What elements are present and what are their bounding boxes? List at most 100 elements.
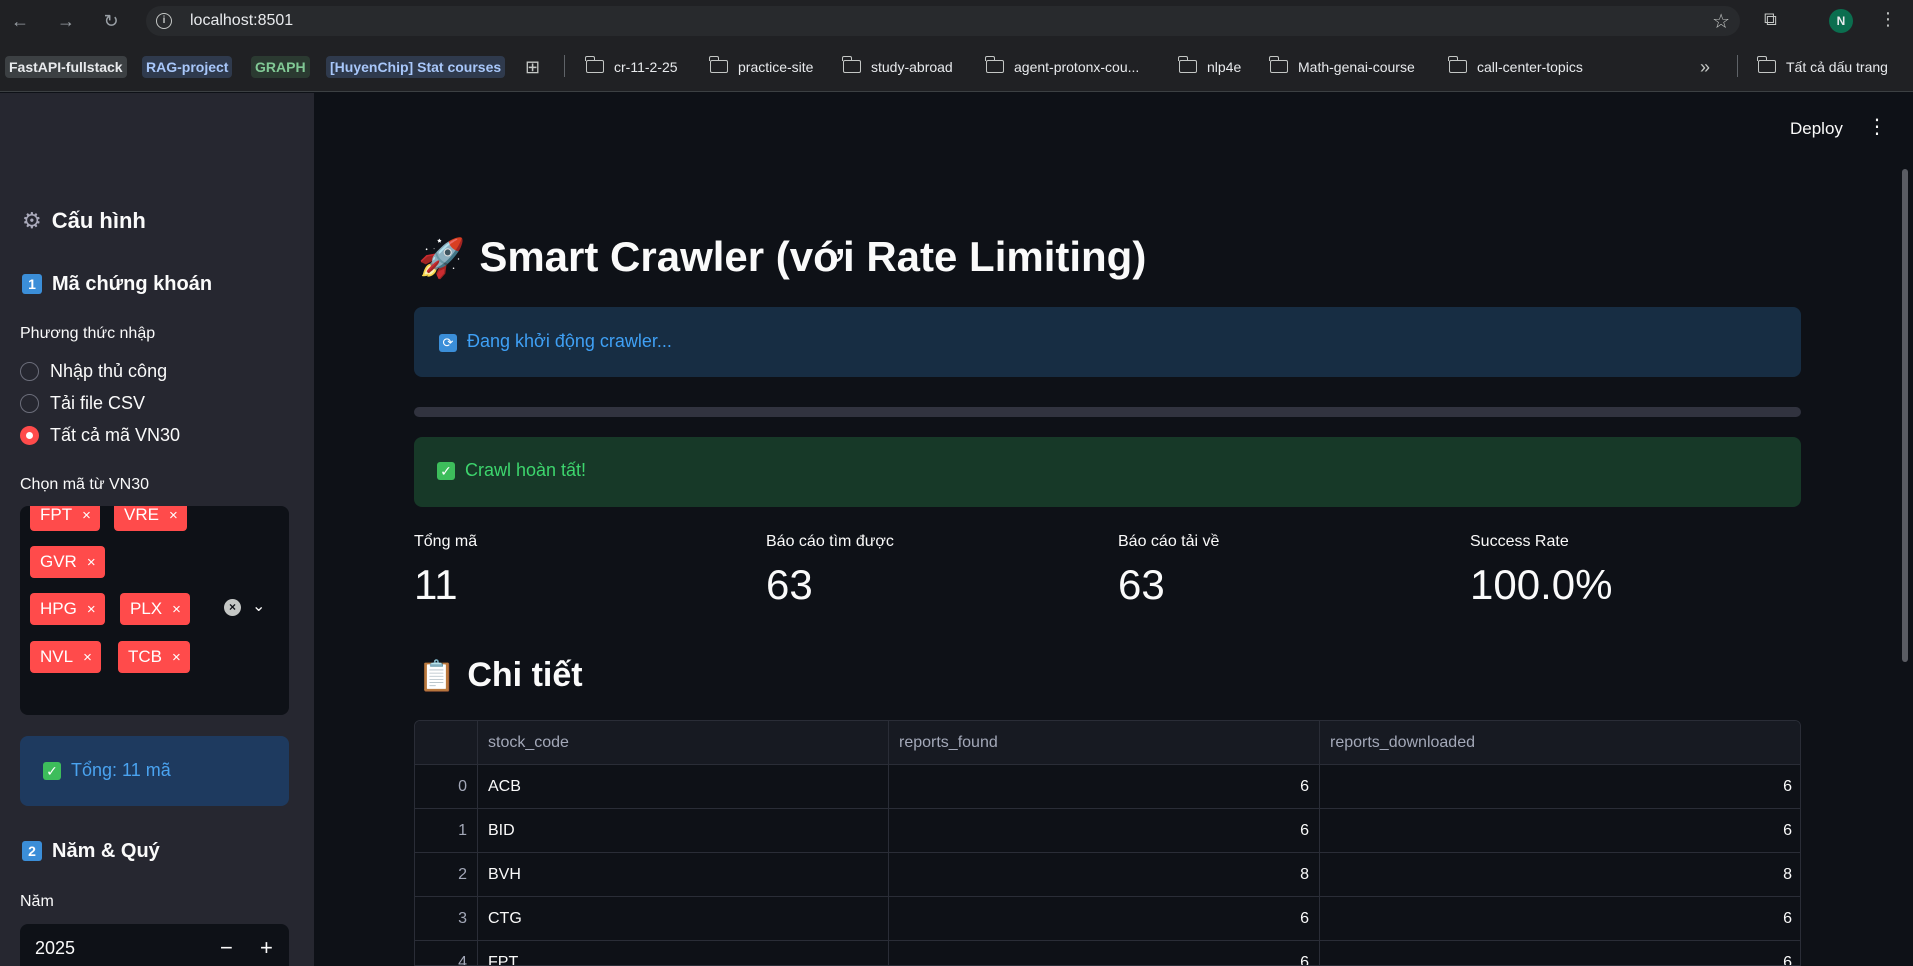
clear-all-icon[interactable]: ×: [224, 599, 241, 616]
rocket-icon: 🚀: [418, 238, 466, 280]
chip-close-icon[interactable]: ×: [87, 601, 96, 618]
refresh-icon: ⟳: [439, 334, 457, 352]
url-text[interactable]: localhost:8501: [190, 12, 293, 30]
more-bookmarks-chevron-icon[interactable]: »: [1700, 56, 1710, 78]
number-two-icon: 2: [22, 841, 42, 861]
chip-close-icon[interactable]: ×: [172, 649, 181, 666]
detail-heading: 📋 Chi tiết: [418, 656, 583, 694]
bookmark-star-icon[interactable]: ☆: [1712, 9, 1730, 34]
decrement-button[interactable]: −: [220, 935, 233, 961]
chip-gvr[interactable]: GVR ×: [30, 546, 106, 578]
bookmark-folder-math-genai-course[interactable]: Math-genai-course: [1269, 56, 1415, 78]
bookmarks-divider: [1737, 55, 1738, 77]
increment-button[interactable]: +: [260, 935, 273, 961]
apps-grid-icon[interactable]: ⊞: [525, 56, 540, 78]
table-row[interactable]: 2 BVH 8 8: [415, 853, 1800, 897]
chip-vre[interactable]: VRE ×: [114, 506, 188, 531]
cell-reports-found[interactable]: 6: [889, 897, 1320, 941]
bookmark-fastapi-fullstack[interactable]: FastAPI-fullstack: [5, 56, 127, 78]
table-row[interactable]: 4 FPT 6 6: [415, 941, 1800, 965]
folder-icon: [1178, 56, 1197, 73]
extensions-icon[interactable]: ⧉: [1764, 9, 1777, 30]
radio-manual-input[interactable]: Nhập thủ công: [20, 359, 167, 383]
scrollbar[interactable]: [1902, 169, 1908, 662]
chip-plx[interactable]: PLX ×: [120, 593, 191, 625]
radio-button[interactable]: [20, 361, 39, 381]
cell-reports-downloaded[interactable]: 6: [1320, 765, 1800, 809]
table-row[interactable]: 3 CTG 6 6: [415, 897, 1800, 941]
cell-reports-downloaded[interactable]: 8: [1320, 853, 1800, 897]
cell-stock-code[interactable]: ACB: [478, 765, 889, 809]
metric-reports-found: Báo cáo tìm được 63: [766, 533, 1046, 609]
radio-all-vn30[interactable]: Tất cả mã VN30: [20, 423, 180, 447]
header-reports-found[interactable]: reports_found: [889, 721, 1320, 765]
header-reports-downloaded[interactable]: reports_downloaded: [1320, 721, 1800, 765]
chip-close-icon[interactable]: ×: [172, 601, 181, 618]
metric-value: 11: [414, 561, 458, 608]
radio-button[interactable]: [20, 393, 39, 413]
radio-button-selected[interactable]: [20, 425, 39, 445]
chip-fpt[interactable]: FPT ×: [30, 506, 101, 531]
year-input[interactable]: 2025: [35, 938, 75, 959]
cell-reports-downloaded[interactable]: 6: [1320, 941, 1800, 965]
chevron-down-icon[interactable]: ⌄: [252, 596, 265, 616]
bookmark-rag-project[interactable]: RAG-project: [142, 56, 233, 78]
header-index[interactable]: [415, 721, 478, 765]
browser-menu-icon[interactable]: ⋮: [1879, 9, 1897, 30]
cell-reports-downloaded[interactable]: 6: [1320, 809, 1800, 853]
table-row[interactable]: 0 ACB 6 6: [415, 765, 1800, 809]
table-row[interactable]: 1 BID 6 6: [415, 809, 1800, 853]
cell-stock-code[interactable]: BID: [478, 809, 889, 853]
folder-icon: [842, 56, 861, 73]
chip-close-icon[interactable]: ×: [169, 507, 178, 524]
reload-icon[interactable]: ↻: [99, 9, 123, 33]
folder-icon: [985, 56, 1004, 73]
chip-hpg[interactable]: HPG ×: [30, 593, 106, 625]
bookmark-folder-cr-11-2-25[interactable]: cr-11-2-25: [585, 56, 678, 78]
metric-value: 100.0%: [1470, 561, 1613, 608]
folder-icon: [709, 56, 728, 73]
results-table[interactable]: stock_code reports_found reports_downloa…: [414, 720, 1801, 966]
check-mark-icon: ✓: [43, 762, 61, 780]
bookmark-folder-call-center-topics[interactable]: call-center-topics: [1448, 56, 1583, 78]
row-index: 1: [415, 809, 478, 853]
bookmark-graph[interactable]: GRAPH: [251, 56, 310, 78]
vn30-select-label: Chọn mã từ VN30: [20, 476, 149, 493]
back-arrow-icon[interactable]: ←: [8, 9, 32, 33]
bookmark-folder-all-bookmarks[interactable]: Tất cả dấu trang: [1757, 56, 1888, 78]
cell-reports-found[interactable]: 8: [889, 853, 1320, 897]
year-stepper[interactable]: 2025 − +: [20, 924, 289, 966]
forward-arrow-icon[interactable]: →: [54, 9, 78, 33]
header-stock-code[interactable]: stock_code: [478, 721, 889, 765]
browser-toolbar: ← → ↻ i localhost:8501 ☆ ⧉ N ⋮: [0, 0, 1913, 42]
bookmark-folder-practice-site[interactable]: practice-site: [709, 56, 813, 78]
chip-close-icon[interactable]: ×: [87, 554, 96, 571]
chip-close-icon[interactable]: ×: [82, 507, 91, 524]
vn30-multiselect[interactable]: FPT × VRE × GVR × HPG × PLX × NVL × TCB × × ⌄: [20, 506, 289, 715]
radio-label: Tải file CSV: [50, 392, 146, 413]
address-bar[interactable]: i localhost:8501 ☆: [146, 6, 1740, 36]
main-menu-icon[interactable]: ⋮: [1867, 117, 1887, 137]
radio-upload-csv[interactable]: Tải file CSV: [20, 391, 145, 415]
bookmark-huyenchip-stat-courses[interactable]: [HuyenChip] Stat courses: [326, 56, 506, 78]
cell-reports-found[interactable]: 6: [889, 941, 1320, 965]
cell-stock-code[interactable]: FPT: [478, 941, 889, 965]
site-info-icon[interactable]: i: [156, 13, 172, 29]
deploy-button[interactable]: Deploy: [1790, 119, 1843, 139]
chip-nvl[interactable]: NVL ×: [30, 641, 102, 673]
cell-stock-code[interactable]: BVH: [478, 853, 889, 897]
profile-avatar[interactable]: N: [1829, 9, 1853, 33]
bookmark-folder-agent-protonx[interactable]: agent-protonx-cou...: [985, 56, 1139, 78]
chip-close-icon[interactable]: ×: [83, 649, 92, 666]
cell-reports-downloaded[interactable]: 6: [1320, 897, 1800, 941]
year-label: Năm: [20, 893, 54, 910]
cell-reports-found[interactable]: 6: [889, 809, 1320, 853]
bookmark-folder-nlp4e[interactable]: nlp4e: [1178, 56, 1241, 78]
info-alert: ⟳ Đang khởi động crawler...: [414, 307, 1801, 377]
row-index: 3: [415, 897, 478, 941]
cell-stock-code[interactable]: CTG: [478, 897, 889, 941]
bookmark-folder-study-abroad[interactable]: study-abroad: [842, 56, 953, 78]
cell-reports-found[interactable]: 6: [889, 765, 1320, 809]
number-one-icon: 1: [22, 274, 42, 294]
chip-tcb[interactable]: TCB ×: [118, 641, 191, 673]
